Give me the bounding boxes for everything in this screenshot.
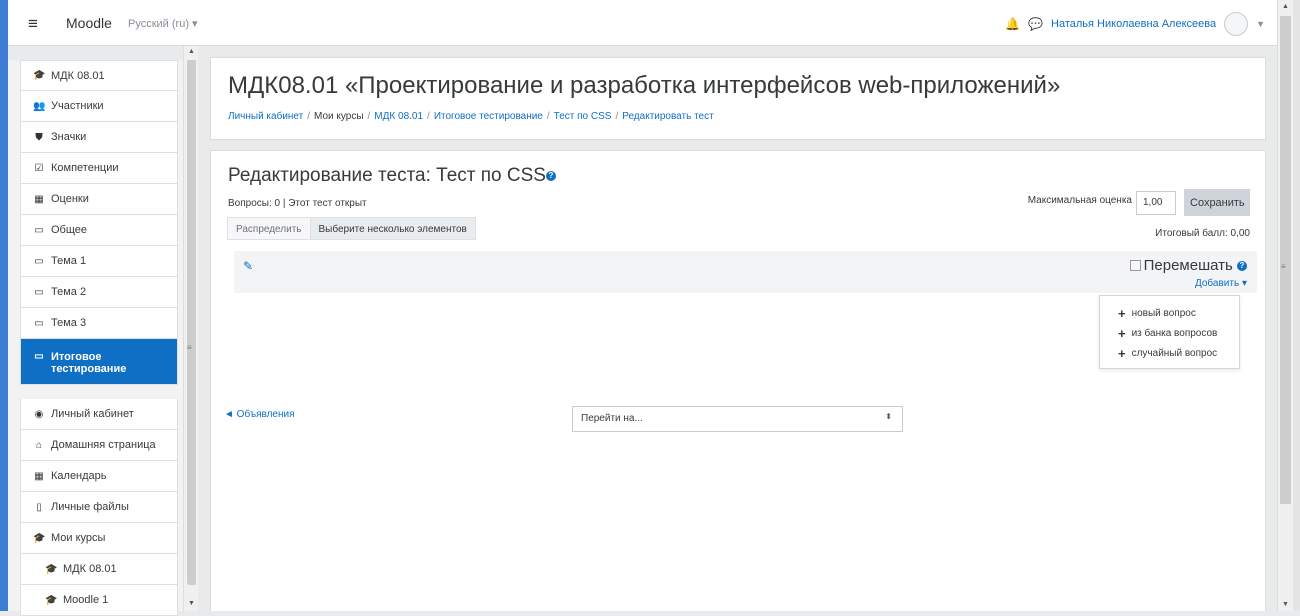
table-icon: ▦ — [34, 193, 44, 205]
max-grade-label: Максимальная оценка — [1027, 195, 1132, 206]
sidebar-item-home[interactable]: ⌂ Домашняя страница — [20, 430, 178, 461]
sidebar-item-course[interactable]: 🎓 МДК 08.01 — [20, 60, 178, 91]
sidebar-item-final-test[interactable]: ▭ Итоговое тестирование — [20, 339, 178, 385]
shuffle-checkbox[interactable] — [1129, 260, 1141, 271]
add-menu-toggle[interactable]: Добавить ▾ — [1195, 278, 1247, 289]
save-button[interactable]: Сохранить — [1184, 189, 1250, 216]
scrollbar-thumb[interactable] — [187, 60, 196, 585]
quiz-info: Вопросы: 0 | Этот тест открыт — [228, 198, 367, 209]
main-content: Редактирование теста: Тест по CSS? Вопро… — [210, 150, 1266, 611]
file-icon: ▯ — [36, 501, 42, 513]
user-area: 🔔 💬 Наталья Николаевна Алексеева ▼ — [1005, 12, 1265, 36]
avatar[interactable] — [1224, 12, 1249, 36]
graduation-cap-icon: 🎓 — [45, 563, 58, 575]
sidebar-item-topic-3[interactable]: ▭ Тема 3 — [20, 308, 178, 339]
folder-icon: ▭ — [34, 224, 44, 236]
graduation-cap-icon: 🎓 — [33, 70, 46, 81]
folder-icon: ▭ — [34, 255, 44, 267]
breadcrumb-quiz[interactable]: Тест по CSS — [554, 111, 612, 122]
messages-icon[interactable]: 💬 — [1028, 17, 1043, 31]
total-grade: Итоговый балл: 0,00 — [1155, 228, 1250, 239]
sidebar-item-grades[interactable]: ▦ Оценки — [20, 184, 178, 215]
page-header: МДК08.01 «Проектирование и разработка ин… — [210, 57, 1266, 140]
sidebar-item-my-courses[interactable]: 🎓 Мои курсы — [20, 523, 178, 554]
breadcrumb-section[interactable]: Итоговое тестирование — [434, 111, 543, 122]
window-border — [0, 0, 8, 611]
calendar-icon: ▦ — [34, 470, 44, 482]
breadcrumb-course[interactable]: МДК 08.01 — [374, 111, 423, 122]
edit-tabs: Распределить Выберите несколько элементо… — [227, 217, 476, 240]
sidebar-scrollbar[interactable]: ▲ ≡ ▼ — [183, 46, 198, 611]
sidebar-item-topic-1[interactable]: ▭ Тема 1 — [20, 246, 178, 277]
scrollbar-thumb[interactable] — [1280, 16, 1291, 504]
breadcrumb: Личный кабинет / Мои курсы / МДК 08.01/Итого… — [228, 111, 714, 122]
graduation-cap-icon: 🎓 — [45, 594, 58, 606]
language-menu[interactable]: Русский (ru) ▾ — [128, 17, 198, 30]
sidebar-item-badges[interactable]: ⛊ Значки — [20, 122, 178, 153]
scroll-down-icon[interactable]: ▼ — [188, 600, 195, 607]
max-grade-input[interactable]: 1,00 — [1136, 191, 1176, 215]
prev-activity-link[interactable]: ◄ Объявления — [224, 409, 295, 420]
quiz-edit-heading: Редактирование теста: Тест по CSS? — [228, 165, 556, 187]
tab-select-multiple[interactable]: Выберите несколько элементов — [310, 217, 476, 240]
plus-icon: + — [1118, 346, 1126, 361]
sidebar-item-dashboard[interactable]: ◉ Личный кабинет — [20, 399, 178, 430]
jump-to-select[interactable]: Перейти на... ⬍ — [572, 406, 903, 432]
menu-toggle-icon[interactable]: ≡ — [28, 14, 38, 34]
quiz-section: ✎ Перемешать ? Добавить ▾ — [234, 251, 1257, 293]
scroll-down-icon[interactable]: ▼ — [1282, 601, 1289, 608]
sidebar-item-general[interactable]: ▭ Общее — [20, 215, 178, 246]
sidebar-item-topic-2[interactable]: ▭ Тема 2 — [20, 277, 178, 308]
checkbox-icon: ☑ — [34, 162, 44, 174]
plus-icon: + — [1118, 326, 1126, 341]
shield-icon: ⛊ — [35, 131, 43, 143]
menu-item-random-question[interactable]: + случайный вопрос — [1118, 344, 1239, 364]
chevron-updown-icon: ⬍ — [885, 412, 892, 421]
breadcrumb-my-courses: Мои курсы — [314, 111, 364, 122]
grip-icon: ≡ — [1281, 262, 1286, 271]
shuffle-toggle[interactable]: Перемешать ? — [1129, 257, 1247, 274]
site-brand[interactable]: Moodle — [66, 15, 112, 31]
sidebar-item-course-mdk[interactable]: 🎓 МДК 08.01 — [20, 554, 178, 585]
graduation-cap-icon: 🎓 — [33, 532, 46, 544]
folder-icon: ▭ — [34, 286, 44, 298]
users-icon: 👥 — [33, 100, 46, 112]
sidebar: 🎓 МДК 08.01 👥 Участники ⛊ Значки ☑ Компетенц… — [8, 60, 198, 616]
tab-repaginate[interactable]: Распределить — [227, 217, 311, 240]
breadcrumb-edit[interactable]: Редактировать тест — [622, 111, 713, 122]
help-icon[interactable]: ? — [545, 170, 556, 181]
folder-icon: ▭ — [34, 351, 44, 362]
menu-item-new-question[interactable]: + новый вопрос — [1118, 304, 1239, 324]
dashboard-icon: ◉ — [34, 408, 44, 420]
page-title: МДК08.01 «Проектирование и разработка ин… — [228, 72, 1061, 99]
sidebar-item-calendar[interactable]: ▦ Календарь — [20, 461, 178, 492]
scroll-up-icon[interactable]: ▲ — [1282, 3, 1289, 10]
grip-icon: ≡ — [187, 343, 192, 352]
page-scrollbar[interactable]: ▲ ≡ ▼ — [1277, 0, 1293, 611]
menu-item-from-bank[interactable]: + из банка вопросов — [1118, 324, 1239, 344]
window-border — [1293, 0, 1300, 611]
course-nav-list: 🎓 МДК 08.01 👥 Участники ⛊ Значки ☑ Компетенц… — [20, 60, 178, 616]
chevron-down-icon[interactable]: ▼ — [1256, 19, 1265, 29]
sidebar-item-private-files[interactable]: ▯ Личные файлы — [20, 492, 178, 523]
sidebar-item-course-moodle[interactable]: 🎓 Moodle 1 — [20, 585, 178, 616]
folder-icon: ▭ — [34, 317, 44, 329]
sidebar-item-participants[interactable]: 👥 Участники — [20, 91, 178, 122]
top-navbar: ≡ Moodle Русский (ru) ▾ 🔔 💬 Наталья Нико… — [8, 0, 1277, 46]
scroll-up-icon[interactable]: ▲ — [188, 48, 195, 55]
sidebar-item-competencies[interactable]: ☑ Компетенции — [20, 153, 178, 184]
help-icon[interactable]: ? — [1237, 261, 1247, 272]
plus-icon: + — [1118, 306, 1126, 321]
bell-icon[interactable]: 🔔 — [1005, 17, 1020, 31]
user-name-link[interactable]: Наталья Николаевна Алексеева — [1051, 18, 1216, 30]
add-dropdown-menu: + новый вопрос + из банка вопросов + случай… — [1099, 295, 1240, 369]
pencil-icon[interactable]: ✎ — [233, 259, 263, 273]
breadcrumb-dashboard[interactable]: Личный кабинет — [228, 111, 303, 122]
home-icon: ⌂ — [35, 439, 43, 451]
